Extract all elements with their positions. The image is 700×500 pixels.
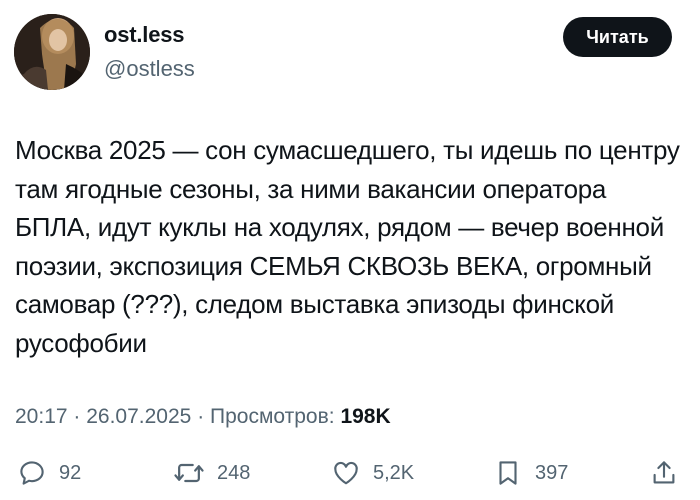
action-bar: 92 248 5,2K 397 — [15, 455, 685, 491]
share-upload-icon — [653, 461, 675, 484]
speech-bubble-icon — [20, 461, 44, 485]
like-count: 5,2K — [373, 461, 415, 484]
tweet-time[interactable]: 20:17 — [15, 405, 68, 428]
meta-separator: · — [73, 405, 87, 428]
bookmark-button[interactable]: 397 — [493, 455, 568, 491]
share-button[interactable] — [649, 455, 679, 491]
repost-button[interactable]: 248 — [173, 455, 250, 491]
repost-count: 248 — [217, 461, 251, 484]
author-name[interactable]: ost.less — [104, 22, 185, 48]
read-button[interactable]: Читать — [563, 17, 672, 57]
bookmark-icon — [499, 461, 517, 485]
tweet-card: ost.less @ostless Читать Москва 2025 — с… — [0, 0, 700, 500]
meta-separator: · — [197, 405, 211, 428]
repost-arrows-icon — [174, 463, 204, 483]
tweet-date[interactable]: 26.07.2025 — [86, 405, 191, 428]
like-button[interactable]: 5,2K — [331, 455, 414, 491]
views-count: 198K — [340, 405, 391, 428]
tweet-text: Москва 2025 — сон сумасшедшего, ты идешь… — [15, 135, 680, 358]
views-label: Просмотров: — [210, 405, 335, 428]
bookmark-count: 397 — [535, 461, 569, 484]
author-handle[interactable]: @ostless — [104, 56, 195, 82]
avatar[interactable] — [14, 14, 90, 90]
tweet-meta: 20:17 · 26.07.2025 · Просмотров: 198K — [15, 405, 391, 429]
reply-button[interactable]: 92 — [17, 455, 81, 491]
reply-count: 92 — [59, 461, 82, 484]
avatar-photo — [14, 14, 90, 90]
heart-icon — [334, 461, 358, 485]
